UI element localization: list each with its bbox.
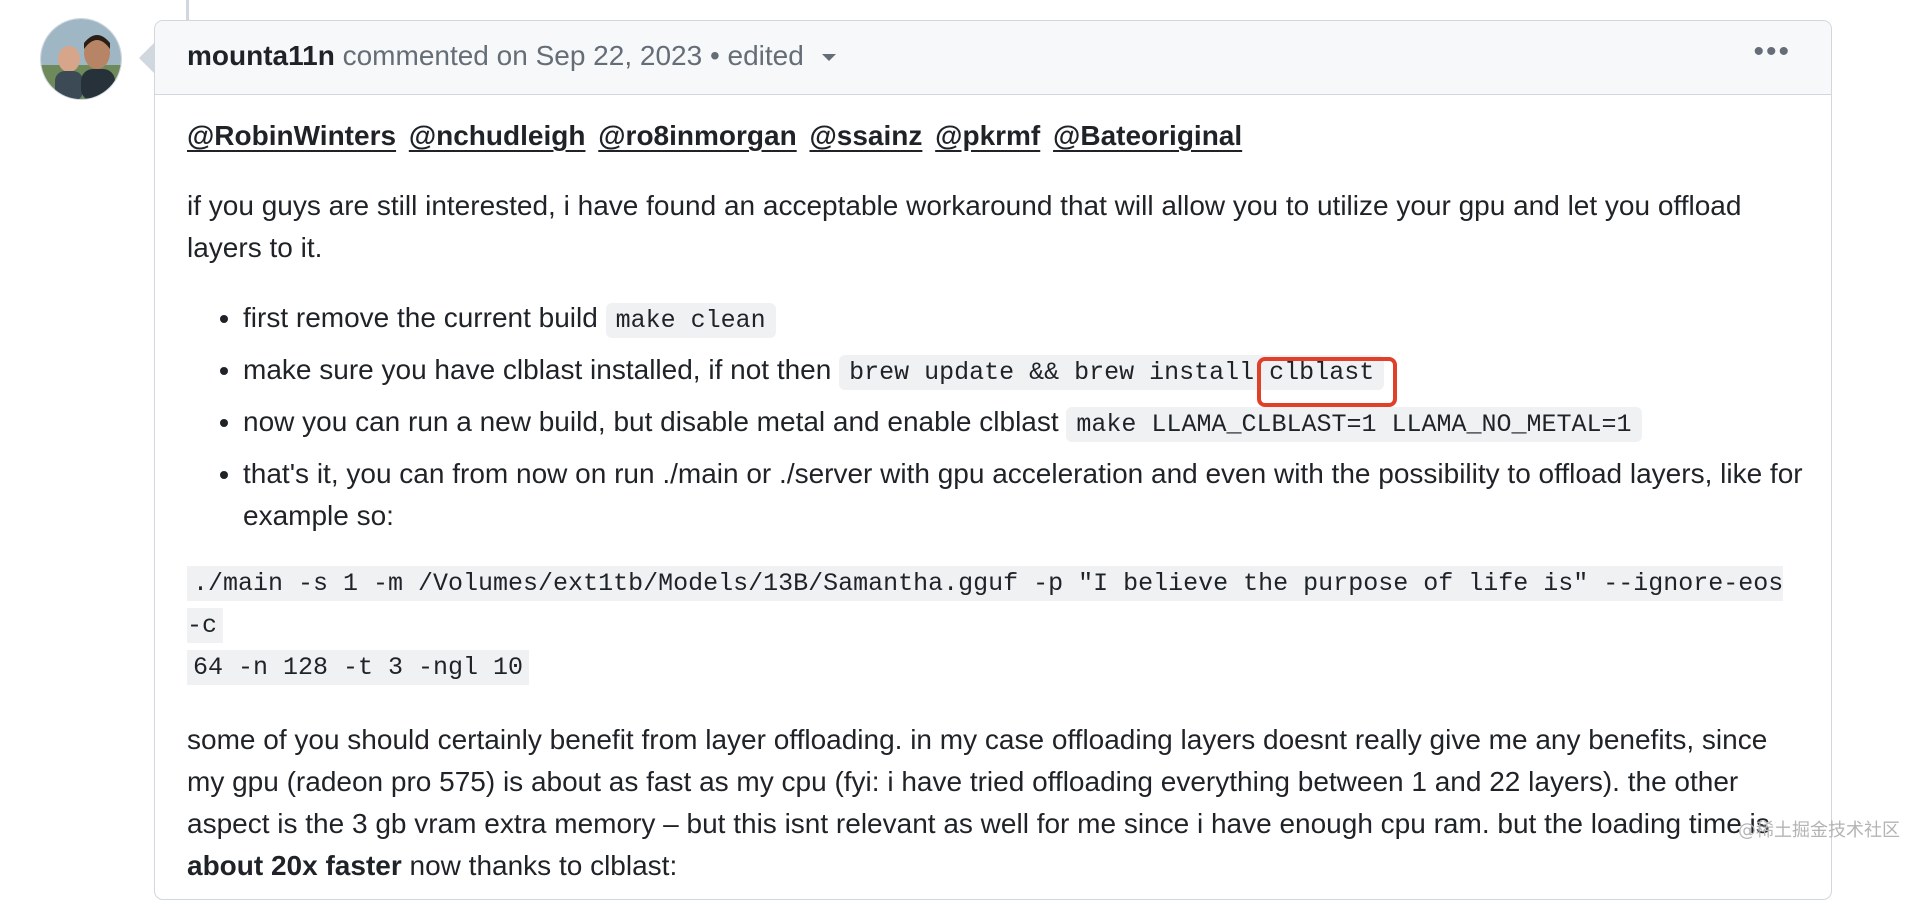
avatar-photo-icon: [41, 19, 121, 99]
comment-pointer: [139, 42, 155, 74]
comment-meta: mounta11n commented on Sep 22, 2023 • ed…: [187, 40, 836, 72]
outro-bold: about 20x faster: [187, 850, 402, 881]
mention-link[interactable]: @ssainz: [809, 120, 922, 151]
mentions-line: @RobinWinters @nchudleigh @ro8inmorgan @…: [187, 115, 1807, 157]
mention-link[interactable]: @ro8inmorgan: [598, 120, 796, 151]
mention-link[interactable]: @RobinWinters: [187, 120, 396, 151]
step-text: now you can run a new build, but disable…: [243, 406, 1067, 437]
inline-code: make clean: [605, 303, 776, 338]
steps-list: first remove the current build make clea…: [187, 297, 1807, 537]
mention-link[interactable]: @Bateoriginal: [1053, 120, 1242, 151]
comment-date[interactable]: commented on Sep 22, 2023 • edited: [343, 40, 804, 71]
mention-link[interactable]: @nchudleigh: [409, 120, 586, 151]
mention-link[interactable]: @pkrmf: [935, 120, 1040, 151]
code-line: ./main -s 1 -m /Volumes/ext1tb/Models/13…: [187, 566, 1784, 643]
comment-body: @RobinWinters @nchudleigh @ro8inmorgan @…: [187, 115, 1807, 887]
comment-box: mounta11n commented on Sep 22, 2023 • ed…: [154, 20, 1832, 900]
step-text: that's it, you can from now on run ./mai…: [243, 458, 1803, 531]
outro-tail: now thanks to clblast:: [401, 850, 678, 881]
edit-history-caret-icon[interactable]: [821, 54, 836, 62]
comment-header: mounta11n commented on Sep 22, 2023 • ed…: [155, 21, 1831, 95]
step-text: first remove the current build: [243, 302, 606, 333]
code-line: 64 -n 128 -t 3 -ngl 10: [187, 650, 530, 685]
outro-text: some of you should certainly benefit fro…: [187, 724, 1770, 839]
intro-paragraph: if you guys are still interested, i have…: [187, 190, 1742, 263]
list-item: first remove the current build make clea…: [243, 297, 1807, 342]
list-item: make sure you have clblast installed, if…: [243, 349, 1807, 394]
timeline-line: [186, 0, 189, 22]
list-item: that's it, you can from now on run ./mai…: [243, 453, 1807, 537]
watermark: @稀土掘金技术社区: [1738, 820, 1900, 841]
outro-paragraph: some of you should certainly benefit fro…: [187, 719, 1807, 887]
code-block: ./main -s 1 -m /Volumes/ext1tb/Models/13…: [187, 563, 1807, 689]
author-avatar[interactable]: [40, 18, 122, 100]
author-link[interactable]: mounta11n: [187, 40, 335, 71]
inline-code: make LLAMA_CLBLAST=1 LLAMA_NO_METAL=1: [1066, 407, 1642, 442]
step-text: make sure you have clblast installed, if…: [243, 354, 840, 385]
annotation-highlight-box: [1257, 357, 1397, 407]
kebab-horizontal-icon[interactable]: •••: [1753, 37, 1791, 67]
list-item: now you can run a new build, but disable…: [243, 401, 1807, 446]
